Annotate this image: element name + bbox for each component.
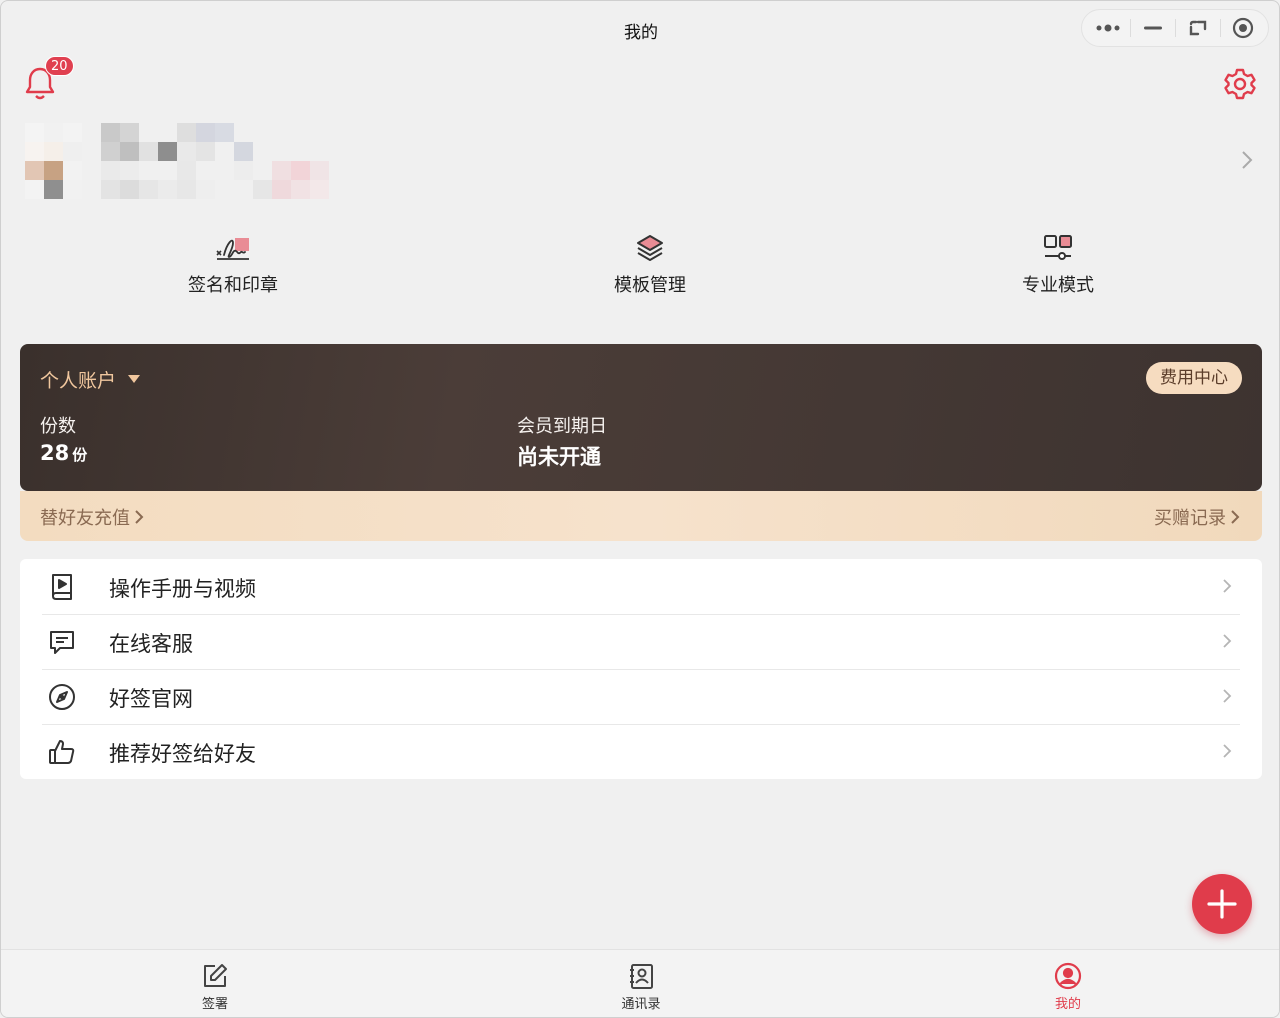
copies-value-group: 28 份 — [40, 441, 87, 465]
tab-label: 签署 — [201, 997, 228, 1012]
chevron-right-icon — [1223, 579, 1232, 593]
signature-icon — [216, 238, 249, 260]
account-card: 个人账户 费用中心 份数 28 份 会员到期日 尚未开通 — [20, 344, 1262, 491]
layers-icon — [637, 235, 663, 261]
plus-icon — [1207, 889, 1237, 919]
membership-label: 会员到期日 — [517, 416, 607, 437]
copies-unit: 份 — [72, 446, 88, 464]
more-icon[interactable] — [1091, 13, 1125, 43]
menu-item-label: 推荐好签给好友 — [109, 742, 256, 766]
tab-sign[interactable]: 签署 — [175, 962, 255, 1012]
recharge-friend-link[interactable]: 替好友充值 — [40, 504, 144, 530]
contacts-icon — [630, 964, 653, 989]
quick-action-label: 模板管理 — [614, 275, 686, 296]
chevron-right-icon — [1223, 744, 1232, 758]
settings-menu: 操作手册与视频 在线客服 好签官网 推荐好签给好友 — [20, 559, 1262, 779]
divider — [1174, 19, 1176, 37]
chevron-right-icon — [1223, 634, 1232, 648]
fee-center-button[interactable]: 费用中心 — [1146, 362, 1242, 394]
menu-item-online-support[interactable]: 在线客服 — [20, 614, 1262, 669]
membership-value: 尚未开通 — [517, 445, 601, 469]
chevron-right-icon — [1223, 689, 1232, 703]
menu-item-label: 操作手册与视频 — [109, 577, 256, 601]
user-icon — [1054, 962, 1082, 990]
copies-label: 份数 — [40, 416, 76, 437]
menu-item-label: 在线客服 — [109, 632, 193, 656]
settings-gear-icon[interactable] — [1223, 67, 1257, 101]
profile-row[interactable] — [23, 121, 1263, 201]
menu-item-recommend[interactable]: 推荐好签给好友 — [20, 724, 1262, 779]
tab-label: 通讯录 — [621, 997, 661, 1012]
menu-item-label: 好签官网 — [109, 687, 193, 711]
divider — [1219, 19, 1221, 37]
avatar — [25, 123, 85, 199]
edit-icon — [204, 964, 227, 987]
purchase-records-label: 买赠记录 — [1154, 508, 1226, 529]
purchase-records-link[interactable]: 买赠记录 — [1154, 504, 1240, 530]
recharge-friend-label: 替好友充值 — [40, 508, 130, 529]
account-card-footer: 替好友充值 买赠记录 — [20, 491, 1262, 541]
close-target-icon[interactable] — [1226, 13, 1260, 43]
user-name-redacted — [101, 123, 333, 199]
copies-value: 28 — [40, 441, 70, 465]
bottom-tab-bar: 签署 通讯录 我的 — [1, 949, 1279, 1017]
menu-item-official-site[interactable]: 好签官网 — [20, 669, 1262, 724]
template-management-button[interactable]: 模板管理 — [550, 233, 750, 297]
tab-mine[interactable]: 我的 — [1028, 962, 1108, 1012]
caret-down-icon — [128, 374, 141, 383]
compass-icon — [49, 684, 75, 710]
menu-item-manual-video[interactable]: 操作手册与视频 — [20, 559, 1262, 614]
manual-video-icon — [52, 574, 72, 600]
title-bar: 我的 — [1, 1, 1279, 55]
chat-icon — [50, 631, 74, 654]
chevron-right-icon — [1231, 510, 1240, 524]
signature-and-seal-button[interactable]: 签名和印章 — [133, 233, 333, 297]
minimize-icon[interactable] — [1136, 13, 1170, 43]
account-type-label: 个人账户 — [40, 370, 117, 392]
account-type-selector[interactable]: 个人账户 — [40, 366, 141, 393]
quick-action-label: 专业模式 — [1022, 275, 1094, 296]
chevron-right-icon — [1242, 151, 1253, 169]
pro-mode-button[interactable]: 专业模式 — [958, 233, 1158, 297]
app-window: 我的 20 签名和印章 模板管理 专业模式 个人账户 费用中心 份数 28 份 … — [0, 0, 1280, 1018]
tab-contacts[interactable]: 通讯录 — [601, 962, 681, 1012]
pro-mode-icon — [1044, 235, 1072, 260]
thumbs-up-icon — [49, 740, 75, 764]
notification-badge: 20 — [45, 56, 74, 76]
quick-action-label: 签名和印章 — [188, 275, 278, 296]
chevron-right-icon — [135, 510, 144, 524]
window-controls — [1081, 9, 1269, 47]
divider — [1129, 19, 1131, 37]
tab-label: 我的 — [1054, 997, 1081, 1012]
restore-icon[interactable] — [1181, 13, 1215, 43]
add-button[interactable] — [1192, 874, 1252, 934]
